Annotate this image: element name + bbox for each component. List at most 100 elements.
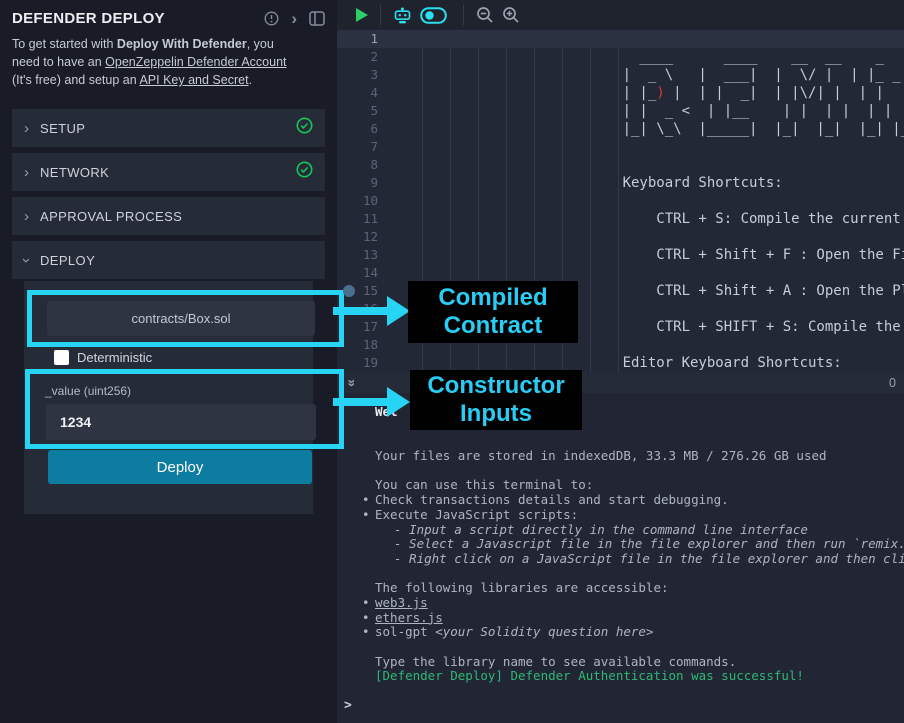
line-number: 7 [337, 138, 395, 156]
collapse-terminal-icon[interactable]: « [343, 379, 357, 387]
line-number: 12 [337, 228, 395, 246]
intro-text: , you [247, 37, 274, 51]
editor-line: | | _ < | |__ | | | | | | | / \ [395, 102, 904, 120]
line-number: 14 [337, 264, 395, 282]
info-icon[interactable] [264, 11, 279, 26]
zoom-out-icon[interactable] [476, 6, 494, 24]
section-network[interactable]: › NETWORK [12, 153, 325, 191]
indent-guide [590, 48, 591, 372]
zoom-in-icon[interactable] [502, 6, 520, 24]
editor-content: ____ ____ __ __ _ __ __ | _ \ | ___| | \… [395, 30, 904, 372]
terminal-line [375, 464, 904, 479]
unmatched-paren: ) [656, 85, 664, 101]
intro-text: . [249, 73, 252, 87]
compiled-contract-selector[interactable]: contracts/Box.sol [47, 301, 315, 336]
line-number: 19 [337, 354, 395, 372]
editor-line: |_| \_\ |_____| |_| |_| |_| |__| /_/\_\ [395, 120, 904, 138]
terminal-line: Your files are stored in indexedDB, 33.3… [375, 449, 904, 464]
line-number: 16 [337, 300, 395, 318]
indent-guide [422, 48, 423, 372]
deterministic-label: Deterministic [77, 350, 152, 365]
terminal-line: •ethers.js [375, 611, 904, 626]
indent-guide [506, 48, 507, 372]
chevron-right-icon: › [24, 121, 29, 136]
terminal-output[interactable]: Wel Your files are stored in indexedDB, 3… [337, 393, 904, 723]
editor-toolbar [337, 0, 904, 30]
indent-guide [562, 48, 563, 372]
toolbar-divider [463, 5, 464, 25]
indent-guide [478, 48, 479, 372]
indent-guide [618, 48, 619, 372]
intro-link[interactable]: API Key and Secret [139, 73, 248, 87]
run-script-icon[interactable] [356, 8, 368, 22]
line-number: 15 [337, 282, 395, 300]
terminal-line [375, 640, 904, 655]
terminal-link[interactable]: web3.js [375, 595, 428, 610]
terminal-line: Wel [375, 405, 904, 420]
indent-guide [450, 48, 451, 372]
chevron-right-icon[interactable]: › [291, 10, 297, 27]
editor-line: Keyboard Shortcuts: [395, 174, 904, 192]
intro-text: To get started with [12, 37, 117, 51]
section-setup[interactable]: › SETUP [12, 109, 325, 147]
terminal-line: •web3.js [375, 596, 904, 611]
chevron-right-icon: › [24, 209, 29, 224]
accordion-sections: › SETUP › NETWORK › APPROVAL PROCESS › D… [12, 109, 325, 514]
deploy-button[interactable]: Deploy [48, 450, 312, 484]
value-field-label: _value (uint256) [45, 384, 131, 398]
section-label: DEPLOY [40, 253, 313, 268]
line-number: 10 [337, 192, 395, 210]
editor-line [395, 228, 904, 246]
editor-line: CTRL + Shift + A : Open the Plugin Manag… [395, 282, 904, 300]
editor-line: CTRL + Shift + F : Open the File Explore… [395, 246, 904, 264]
editor-line: CTRL + SHIFT + S: Compile the current co… [395, 318, 904, 336]
indent-guide [534, 48, 535, 372]
terminal-line: [Defender Deploy] Defender Authenticatio… [375, 669, 904, 684]
line-number: 4 [337, 84, 395, 102]
ai-copilot-robot-icon[interactable] [393, 7, 412, 24]
terminal-line: - Select a Javascript file in the file e… [375, 537, 904, 552]
editor-line [395, 30, 904, 48]
transaction-count-badge: 0 [889, 376, 896, 390]
deterministic-checkbox[interactable] [54, 350, 69, 365]
line-number: 17 [337, 318, 395, 336]
chevron-right-icon: › [24, 165, 29, 180]
section-approval-process[interactable]: › APPROVAL PROCESS [12, 197, 325, 235]
line-number: 11 [337, 210, 395, 228]
terminal-line [375, 567, 904, 582]
bullet-icon: • [362, 625, 370, 640]
defender-deploy-panel: DEFENDER DEPLOY › To get started with De… [0, 0, 337, 723]
editor-line: | |_) | | | _| | |\/| | | | | \ V / [395, 84, 904, 102]
line-number-gutter: 12345678910111213141516171819 [337, 30, 395, 372]
section-label: APPROVAL PROCESS [40, 209, 313, 224]
panel-title: DEFENDER DEPLOY [12, 10, 264, 27]
terminal-line [375, 434, 904, 449]
editor-line: Editor Keyboard Shortcuts: [395, 354, 904, 372]
terminal-line: You can use this terminal to: [375, 478, 904, 493]
terminal-line: Type the library name to see available c… [375, 655, 904, 670]
line-number: 5 [337, 102, 395, 120]
section-label: SETUP [40, 121, 296, 136]
copilot-toggle-on[interactable] [420, 7, 447, 24]
section-label: NETWORK [40, 165, 296, 180]
editor-line [395, 264, 904, 282]
code-editor[interactable]: 12345678910111213141516171819 ____ ____ … [337, 30, 904, 372]
terminal-line: •sol-gpt <your Solidity question here> [375, 625, 904, 640]
terminal-line: The following libraries are accessible: [375, 581, 904, 596]
terminal-header: « 0 [337, 372, 904, 393]
line-number: 3 [337, 66, 395, 84]
bullet-icon: • [362, 508, 370, 523]
intro-text: need to have an [12, 55, 105, 69]
chevron-down-icon: › [19, 258, 34, 263]
panel-header: DEFENDER DEPLOY › [0, 0, 337, 31]
check-circle-icon [296, 161, 313, 183]
section-deploy[interactable]: › DEPLOY [12, 241, 325, 279]
intro-link[interactable]: OpenZeppelin Defender Account [105, 55, 286, 69]
value-input[interactable] [46, 404, 316, 440]
editor-line: CTRL + S: Compile the current contract [395, 210, 904, 228]
panel-intro-text: To get started with Deploy With Defender… [0, 31, 337, 99]
split-panel-icon[interactable] [309, 11, 325, 26]
terminal-line: •Execute JavaScript scripts: [375, 508, 904, 523]
terminal-link[interactable]: ethers.js [375, 610, 443, 625]
editor-line [395, 138, 904, 156]
